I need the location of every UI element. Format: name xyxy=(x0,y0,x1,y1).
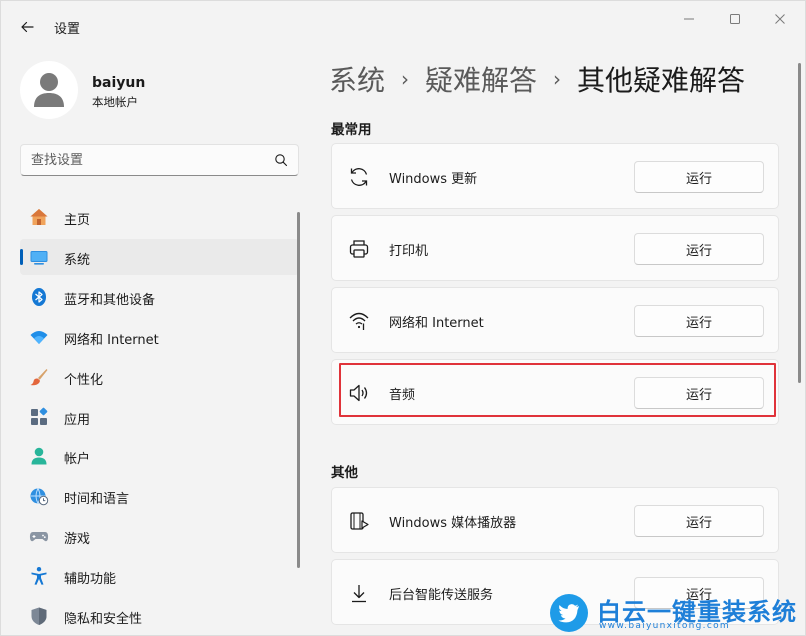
gamepad-icon xyxy=(29,532,49,542)
sidebar-item-label: 游戏 xyxy=(64,532,91,547)
troubleshooter-label: Windows 媒体播放器 xyxy=(389,516,517,531)
settings-window: 设置 baiyun 本地帐户 查找设置 主页 系统 蓝牙和其他设备 网络和 In… xyxy=(0,0,806,636)
close-button[interactable] xyxy=(768,9,792,29)
sidebar-item-accounts[interactable]: 帐户 xyxy=(20,438,299,474)
sidebar-item-label: 个性化 xyxy=(64,373,104,388)
media-player-icon xyxy=(350,512,369,530)
shield-icon xyxy=(31,607,47,625)
troubleshooter-printer: 打印机 运行 xyxy=(331,215,779,281)
sidebar-item-label: 隐私和安全性 xyxy=(64,612,143,627)
sidebar-item-label: 主页 xyxy=(64,213,91,228)
sidebar-item-label: 时间和语言 xyxy=(64,492,130,507)
sidebar-item-network[interactable]: 网络和 Internet xyxy=(20,319,299,355)
search-input[interactable] xyxy=(31,145,271,175)
network-icon xyxy=(349,312,369,330)
search-box xyxy=(20,144,299,176)
sidebar-item-label: 蓝牙和其他设备 xyxy=(64,293,156,308)
troubleshooter-label: 后台智能传送服务 xyxy=(389,588,494,603)
highlight-annotation xyxy=(339,363,776,417)
sidebar-item-label: 系统 xyxy=(64,253,91,268)
back-button[interactable] xyxy=(15,15,39,39)
page-title: 其他疑难解答 xyxy=(577,64,746,97)
app-title: 设置 xyxy=(54,22,81,37)
breadcrumb: 系统 › 疑难解答 › 其他疑难解答 xyxy=(329,59,745,99)
run-button[interactable]: 运行 xyxy=(634,505,764,537)
sidebar-item-personalization[interactable]: 个性化 xyxy=(20,359,299,395)
troubleshooter-label: 网络和 Internet xyxy=(389,316,484,331)
sidebar-item-privacy[interactable]: 隐私和安全性 xyxy=(20,598,299,634)
download-icon xyxy=(352,585,366,603)
section-title-other: 其他 xyxy=(331,465,358,481)
close-icon xyxy=(775,14,785,24)
run-button[interactable]: 运行 xyxy=(634,233,764,265)
brush-icon xyxy=(30,369,48,386)
user-name: baiyun xyxy=(92,75,146,91)
sidebar-item-time-language[interactable]: 时间和语言 xyxy=(20,478,299,514)
selection-indicator xyxy=(20,249,23,265)
breadcrumb-separator: › xyxy=(553,67,562,91)
breadcrumb-separator: › xyxy=(401,67,410,91)
title-bar: 设置 xyxy=(1,1,806,49)
maximize-button[interactable] xyxy=(723,9,747,29)
sidebar-item-system[interactable]: 系统 xyxy=(20,239,299,275)
troubleshooter-label: Windows 更新 xyxy=(389,172,478,187)
sidebar-scrollbar[interactable] xyxy=(297,212,300,568)
breadcrumb-system[interactable]: 系统 xyxy=(329,59,385,99)
troubleshooter-media-player: Windows 媒体播放器 运行 xyxy=(331,487,779,553)
sidebar-item-apps[interactable]: 应用 xyxy=(20,399,299,435)
troubleshooter-label: 打印机 xyxy=(389,244,429,259)
maximize-icon xyxy=(730,14,740,24)
printer-icon xyxy=(349,240,369,258)
back-arrow-icon xyxy=(21,21,34,33)
avatar[interactable] xyxy=(20,61,78,119)
twitter-bird-icon xyxy=(550,593,588,632)
main-scrollbar[interactable] xyxy=(798,63,801,383)
apps-icon xyxy=(31,407,48,425)
breadcrumb-troubleshoot[interactable]: 疑难解答 xyxy=(425,59,537,99)
sidebar-item-label: 网络和 Internet xyxy=(64,333,159,348)
bluetooth-icon xyxy=(32,288,46,306)
section-title-frequent: 最常用 xyxy=(331,122,372,138)
globe-clock-icon xyxy=(30,488,49,506)
account-type: 本地帐户 xyxy=(92,95,138,109)
sidebar-item-home[interactable]: 主页 xyxy=(20,199,299,235)
wifi-icon xyxy=(30,331,48,344)
sidebar-item-bluetooth[interactable]: 蓝牙和其他设备 xyxy=(20,279,299,315)
sidebar-item-label: 辅助功能 xyxy=(64,572,117,587)
run-button[interactable]: 运行 xyxy=(634,161,764,193)
sidebar-item-label: 应用 xyxy=(64,413,91,428)
account-icon xyxy=(31,447,47,465)
system-icon xyxy=(30,251,48,265)
home-icon xyxy=(30,209,48,225)
sidebar-item-label: 帐户 xyxy=(64,452,91,467)
troubleshooter-windows-update: Windows 更新 运行 xyxy=(331,143,779,209)
minimize-button[interactable] xyxy=(677,9,701,29)
sidebar-item-accessibility[interactable]: 辅助功能 xyxy=(20,558,299,594)
sidebar-item-gaming[interactable]: 游戏 xyxy=(20,518,299,554)
person-icon xyxy=(34,73,64,107)
troubleshooter-network: 网络和 Internet 运行 xyxy=(331,287,779,353)
accessibility-icon xyxy=(31,567,47,585)
watermark-url: www.baiyunxitong.com xyxy=(599,621,730,631)
minimize-icon xyxy=(684,18,694,20)
run-button[interactable]: 运行 xyxy=(634,305,764,337)
watermark: 白云一键重装系统 www.baiyunxitong.com xyxy=(549,588,806,636)
search-icon[interactable] xyxy=(274,153,288,167)
sync-icon xyxy=(350,168,368,186)
